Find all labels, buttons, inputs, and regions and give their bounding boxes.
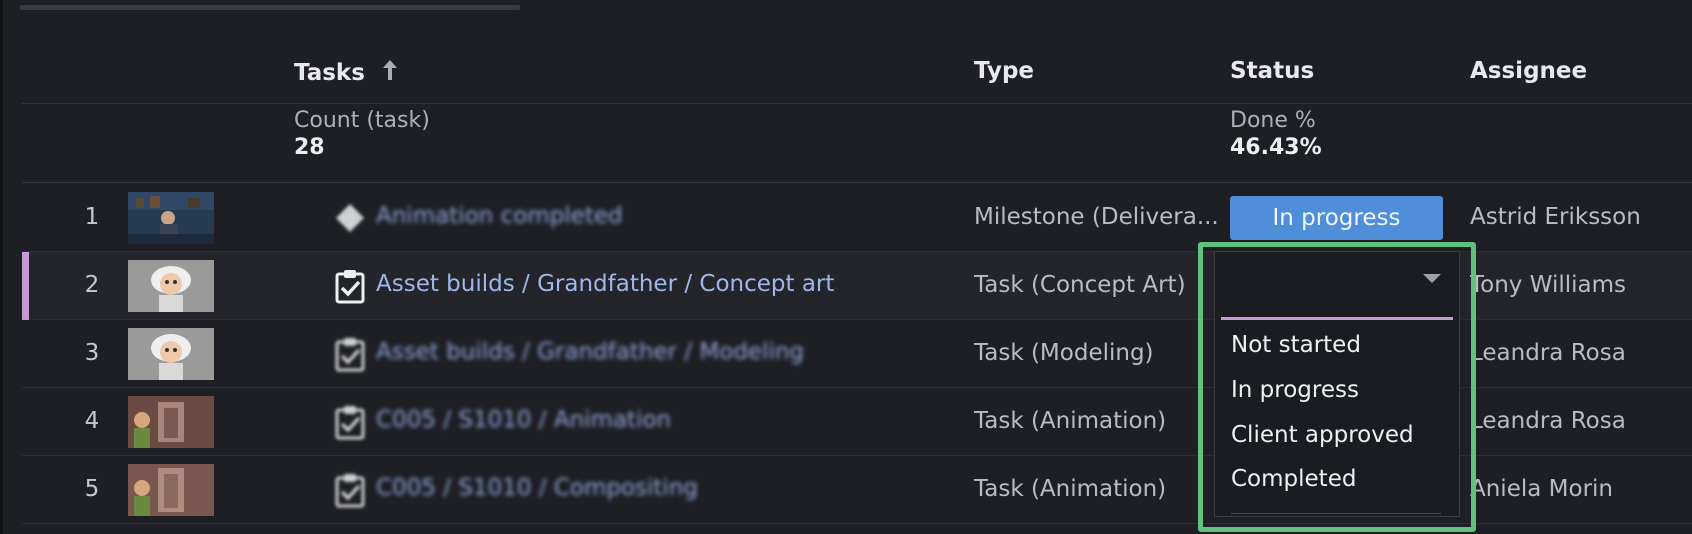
aggregate-row: Count (task) 28 Done % 46.43% <box>22 104 1692 183</box>
assignee-name[interactable]: Tony Williams <box>1470 272 1626 298</box>
task-type: Task (Animation) <box>974 476 1167 502</box>
thumbnail-image[interactable] <box>128 192 214 244</box>
row-number: 2 <box>84 272 100 298</box>
task-type: Task (Modeling) <box>974 340 1154 366</box>
status-chip-in-progress[interactable]: In progress <box>1230 196 1443 240</box>
task-type: Milestone (Delivera... <box>974 204 1219 230</box>
table-header: Tasks Type Status Assignee <box>22 44 1692 104</box>
sort-ascending-icon[interactable] <box>381 58 399 88</box>
thumbnail-image[interactable] <box>128 464 214 516</box>
column-header-tasks[interactable]: Tasks <box>294 58 399 88</box>
horizontal-scrollbar[interactable] <box>20 5 520 10</box>
task-type: Task (Animation) <box>974 408 1167 434</box>
thumbnail-image[interactable] <box>128 396 214 448</box>
assignee-name[interactable]: Aniela Morin <box>1470 476 1613 502</box>
row-number: 4 <box>84 408 100 434</box>
task-clipboard-icon <box>332 404 368 440</box>
selected-row-indicator <box>22 252 29 320</box>
task-name-link[interactable]: C005 / S1010 / Compositing <box>376 475 698 501</box>
task-name-link[interactable]: Asset builds / Grandfather / Modeling <box>376 339 804 365</box>
done-percent-label: Done % <box>1230 108 1316 133</box>
row-number: 3 <box>84 340 100 366</box>
focus-highlight-box <box>1198 242 1476 532</box>
column-header-tasks-label: Tasks <box>294 60 365 86</box>
column-header-assignee[interactable]: Assignee <box>1470 58 1587 84</box>
thumbnail-image[interactable] <box>128 260 214 312</box>
assignee-name[interactable]: Astrid Eriksson <box>1470 204 1641 230</box>
task-clipboard-icon <box>332 336 368 372</box>
milestone-diamond-icon <box>332 200 368 236</box>
assignee-name[interactable]: Leandra Rosa <box>1470 340 1626 366</box>
task-type: Task (Concept Art) <box>974 272 1186 298</box>
task-clipboard-icon <box>332 268 368 304</box>
done-percent-value: 46.43% <box>1230 135 1322 160</box>
row-number: 1 <box>84 204 100 230</box>
column-header-status[interactable]: Status <box>1230 58 1314 84</box>
task-name-link[interactable]: Animation completed <box>376 203 623 229</box>
task-spreadsheet: Tasks Type Status Assignee Count (task) … <box>0 0 1692 534</box>
task-clipboard-icon <box>332 472 368 508</box>
row-number: 5 <box>84 476 100 502</box>
count-value: 28 <box>294 135 325 160</box>
thumbnail-image[interactable] <box>128 328 214 380</box>
assignee-name[interactable]: Leandra Rosa <box>1470 408 1626 434</box>
task-name-link[interactable]: Asset builds / Grandfather / Concept art <box>376 271 834 297</box>
panel-edge <box>0 0 3 534</box>
column-header-type[interactable]: Type <box>974 58 1034 84</box>
task-name-link[interactable]: C005 / S1010 / Animation <box>376 407 671 433</box>
count-label: Count (task) <box>294 108 430 133</box>
